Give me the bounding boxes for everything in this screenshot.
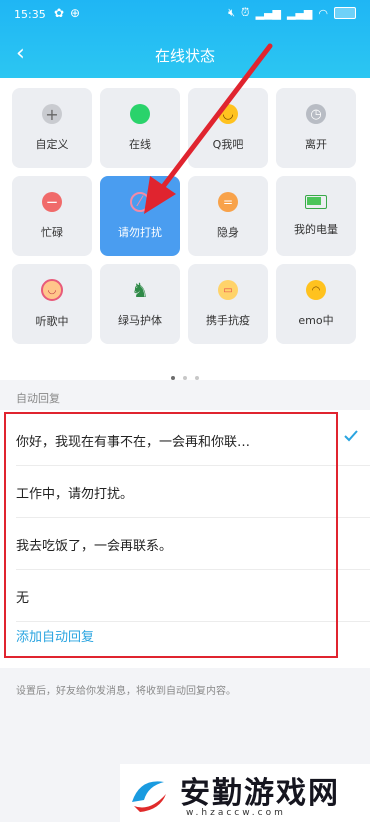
- reply-text: 工作中，请勿打扰。: [16, 487, 134, 502]
- mute-icon: 🔇︎: [228, 6, 236, 19]
- reply-option[interactable]: 无: [0, 570, 370, 622]
- watermark: 安勤游戏网 w.hzaccw.com: [120, 764, 370, 822]
- tile-away[interactable]: ◷ 离开: [276, 88, 356, 168]
- wifi-icon: ◠: [318, 6, 328, 20]
- reply-option[interactable]: 工作中，请勿打扰。: [0, 466, 370, 518]
- reply-option[interactable]: 我去吃饭了，一会再联系。: [0, 518, 370, 570]
- tile-label: 自定义: [35, 138, 69, 151]
- auto-reply-note: 设置后，好友给你发消息，将收到自动回复内容。: [16, 686, 236, 697]
- tile-invisible[interactable]: = 隐身: [188, 176, 268, 256]
- tile-label: 我的电量: [294, 223, 338, 236]
- status-grid: + 自定义 在线 ◡ Q我吧 ◷ 离开 − 忙碌 ⁄ 请勿打扰 = 隐身 我的电…: [0, 78, 370, 380]
- reply-text: 我去吃饭了，一会再联系。: [16, 539, 173, 554]
- add-auto-reply-button[interactable]: 添加自动回复: [16, 626, 94, 645]
- minus-icon: −: [42, 192, 62, 212]
- tile-listening[interactable]: ◡ 听歌中: [12, 264, 92, 344]
- tile-label: 绿马护体: [118, 314, 162, 327]
- status-time: 15:35: [14, 8, 46, 21]
- page-title: 在线状态: [154, 47, 215, 65]
- tile-emo[interactable]: ◠ emo中: [276, 264, 356, 344]
- tile-q-me[interactable]: ◡ Q我吧: [188, 88, 268, 168]
- reply-option[interactable]: 你好，我现在有事不在，一会再和你联…: [0, 414, 370, 466]
- tile-busy[interactable]: − 忙碌: [12, 176, 92, 256]
- plus-icon: +: [42, 104, 62, 124]
- online-dot-icon: [130, 104, 150, 124]
- auto-reply-label: 自动回复: [16, 392, 60, 405]
- tile-green-horse[interactable]: ♞ 绿马护体: [100, 264, 180, 344]
- watermark-logo-icon: [132, 781, 166, 812]
- watermark-text: 安勤游戏网: [180, 776, 340, 811]
- tile-label: 听歌中: [35, 315, 69, 328]
- tile-online[interactable]: 在线: [100, 88, 180, 168]
- clock-icon: ◷: [306, 104, 326, 124]
- tile-custom[interactable]: + 自定义: [12, 88, 92, 168]
- sad-emoji-icon: ◠: [306, 280, 326, 300]
- reply-text: 无: [16, 591, 30, 606]
- tile-label: 离开: [305, 138, 327, 151]
- horse-icon: ♞: [131, 278, 149, 302]
- status-bar: 15:35 ✿⊕ 🔇︎ ⏰︎ ▂▄▆ ▂▄▆ ◠: [0, 0, 370, 30]
- tile-battery[interactable]: 我的电量: [276, 176, 356, 256]
- battery-icon: [334, 7, 356, 19]
- tile-label: 请勿打扰: [118, 226, 162, 239]
- tile-label: 忙碌: [41, 226, 63, 239]
- notification-icons: ✿⊕: [54, 6, 87, 20]
- check-icon: [344, 430, 358, 442]
- tile-label: 携手抗疫: [206, 314, 250, 327]
- signal-icon-2: ▂▄▆: [287, 6, 313, 20]
- header: 15:35 ✿⊕ 🔇︎ ⏰︎ ▂▄▆ ▂▄▆ ◠ ‹ 在线状态: [0, 0, 370, 78]
- headphones-emoji-icon: ◡: [41, 279, 63, 301]
- no-entry-icon: ⁄: [130, 192, 150, 212]
- tile-label: Q我吧: [212, 138, 244, 151]
- invisible-icon: =: [218, 192, 238, 212]
- watermark-url: w.hzaccw.com: [186, 808, 286, 818]
- tile-do-not-disturb[interactable]: ⁄ 请勿打扰: [100, 176, 180, 256]
- tile-label: 在线: [129, 138, 151, 151]
- smile-emoji-icon: ◡: [218, 104, 238, 124]
- status-icons: 🔇︎ ⏰︎ ▂▄▆ ▂▄▆ ◠: [228, 6, 356, 20]
- signal-icon: ▂▄▆: [255, 6, 281, 20]
- reply-text: 你好，我现在有事不在，一会再和你联…: [16, 435, 251, 450]
- mask-emoji-icon: ▭: [218, 280, 238, 300]
- tile-fight-epidemic[interactable]: ▭ 携手抗疫: [188, 264, 268, 344]
- battery-level-icon: [305, 195, 327, 209]
- tile-label: 隐身: [217, 226, 239, 239]
- tile-label: emo中: [298, 314, 334, 327]
- alarm-icon: ⏰︎: [241, 6, 250, 19]
- divider: [16, 621, 370, 622]
